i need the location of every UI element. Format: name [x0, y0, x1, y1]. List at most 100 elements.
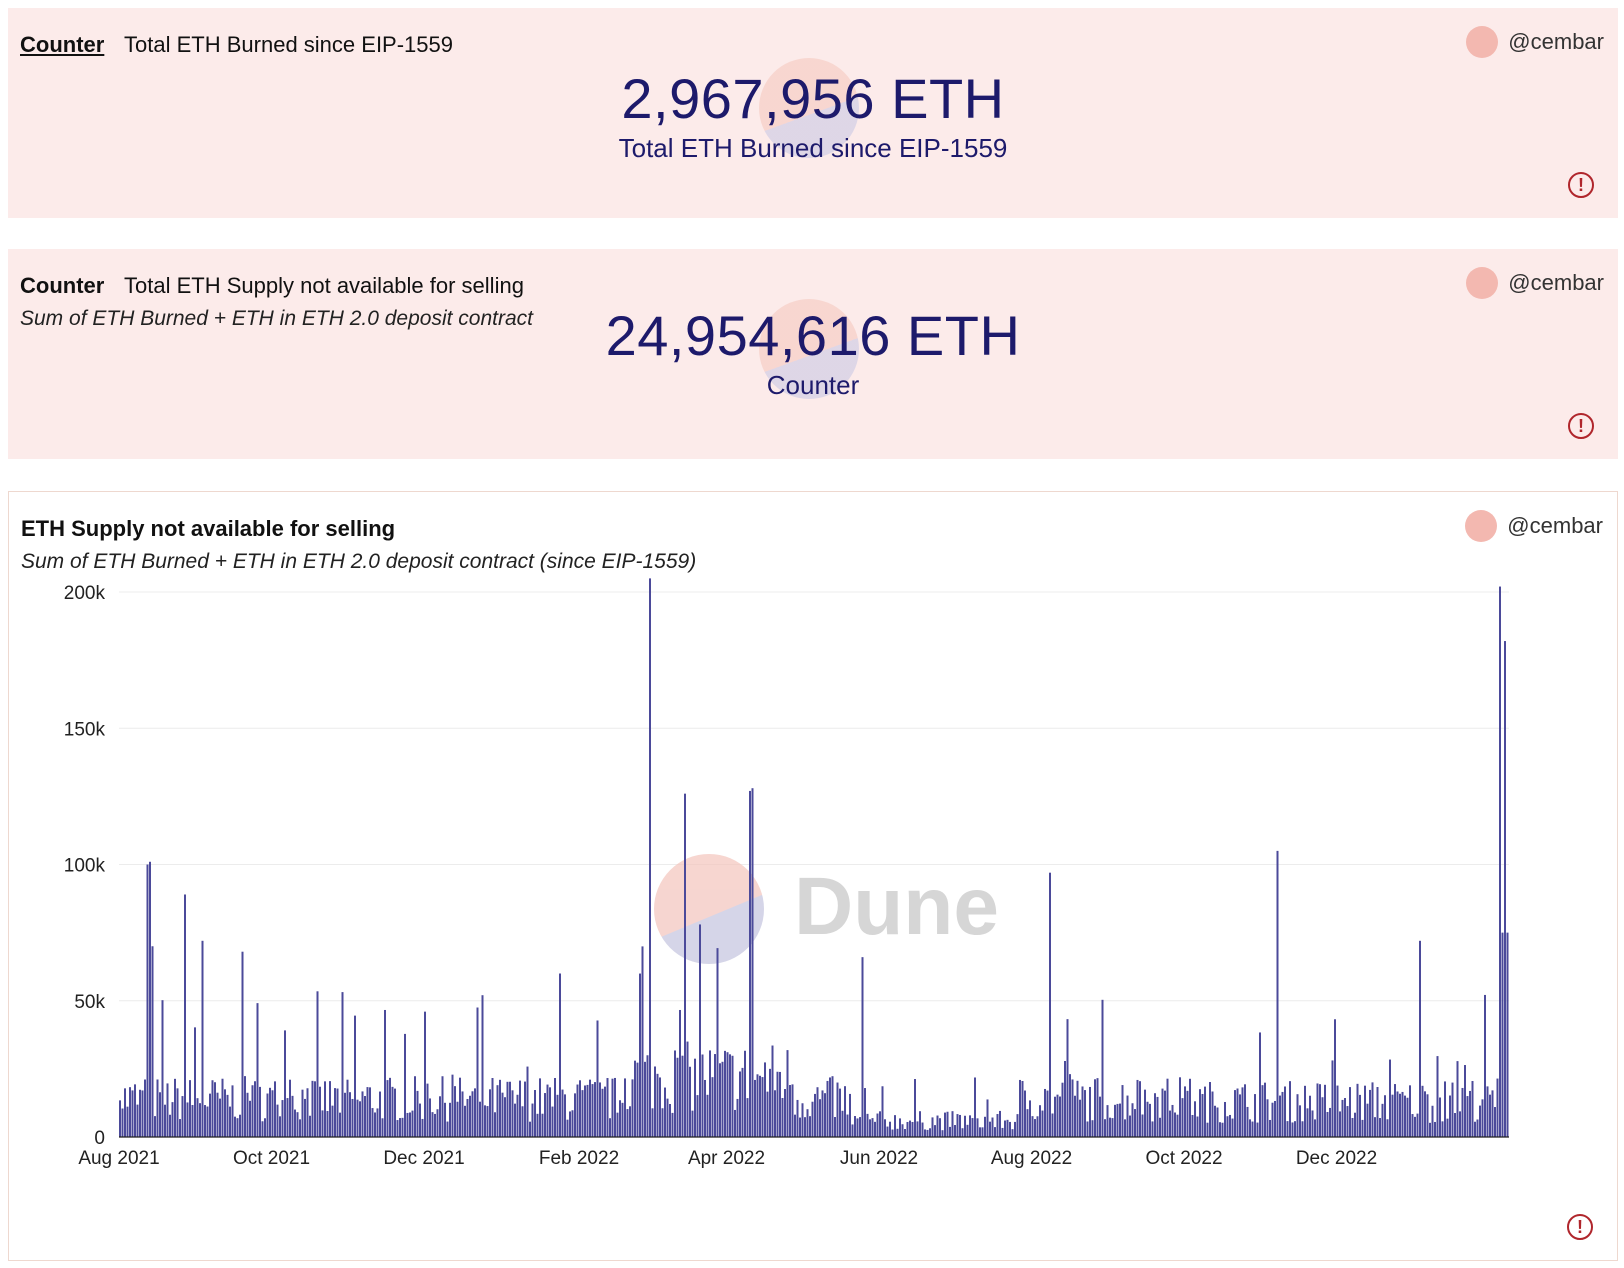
bar — [381, 1118, 384, 1137]
bar — [1051, 1113, 1054, 1137]
bar — [1079, 1099, 1081, 1137]
bar — [599, 1082, 601, 1137]
alert-icon[interactable]: ! — [1568, 172, 1594, 198]
bar — [454, 1086, 456, 1137]
bar — [1166, 1078, 1169, 1137]
bar — [1506, 932, 1509, 1138]
bar — [1151, 1121, 1154, 1137]
bar — [591, 1084, 594, 1137]
card-title-row: Counter Total ETH Burned since EIP-1559 — [20, 32, 453, 58]
bar — [464, 1105, 466, 1137]
dune-watermark-text: Dune — [794, 861, 999, 952]
bar — [1404, 1095, 1406, 1137]
bar — [759, 1075, 761, 1137]
bar — [1059, 1096, 1061, 1137]
author-name[interactable]: @cembar — [1508, 270, 1604, 296]
bar — [1439, 1097, 1441, 1137]
bar — [991, 1117, 994, 1137]
bar — [504, 1097, 506, 1137]
bar — [669, 1104, 671, 1137]
bar — [1114, 1104, 1116, 1137]
bar — [1331, 1060, 1334, 1137]
bar — [956, 1114, 959, 1137]
bar — [1206, 1122, 1209, 1137]
bar — [226, 1094, 229, 1137]
bar — [1094, 1079, 1096, 1137]
bar — [776, 1071, 779, 1137]
x-tick-label: Oct 2021 — [233, 1148, 310, 1169]
bar — [831, 1076, 834, 1137]
bar — [654, 1066, 656, 1137]
bar — [1219, 1122, 1221, 1137]
bar — [919, 1111, 921, 1137]
bar — [1406, 1097, 1409, 1137]
bar — [404, 1033, 406, 1137]
card-title: Total ETH Burned since EIP-1559 — [124, 32, 453, 57]
bar — [244, 1076, 246, 1137]
bar — [1366, 1103, 1369, 1137]
bar — [779, 1071, 781, 1137]
x-tick-label: Feb 2022 — [539, 1148, 619, 1169]
visualization-type-link[interactable]: Counter — [20, 32, 104, 57]
bar — [989, 1121, 991, 1137]
bar — [876, 1113, 879, 1137]
bar — [1001, 1127, 1004, 1137]
bar — [354, 1015, 356, 1137]
bar — [421, 1118, 424, 1137]
bar — [154, 1116, 156, 1137]
bar — [1006, 1119, 1009, 1137]
bar — [1176, 1114, 1179, 1137]
bar — [1091, 1120, 1094, 1137]
alert-icon[interactable]: ! — [1567, 1214, 1593, 1240]
bar — [169, 1114, 171, 1137]
bar — [531, 1103, 534, 1137]
alert-icon[interactable]: ! — [1568, 413, 1594, 439]
y-tick-label: 50k — [74, 992, 105, 1013]
author-name[interactable]: @cembar — [1508, 29, 1604, 55]
bar — [954, 1125, 956, 1137]
bar — [256, 1003, 259, 1137]
bar — [1354, 1112, 1356, 1137]
bar — [1129, 1115, 1131, 1137]
author-badge[interactable]: @cembar — [1466, 267, 1604, 299]
bar — [631, 1079, 634, 1137]
bar — [1209, 1082, 1211, 1137]
bar — [241, 951, 244, 1137]
bar — [1086, 1121, 1089, 1137]
bar — [209, 1093, 211, 1137]
bar — [1339, 1111, 1341, 1137]
bar — [891, 1129, 894, 1137]
bar — [386, 1080, 389, 1137]
bar — [196, 1098, 199, 1137]
bar — [1411, 1114, 1414, 1137]
bar — [1106, 1105, 1109, 1137]
bar — [624, 1078, 626, 1137]
bar — [711, 1077, 714, 1137]
bar — [461, 1091, 464, 1137]
bar — [676, 1057, 679, 1137]
bar — [826, 1080, 829, 1137]
bar — [431, 1112, 434, 1137]
author-badge[interactable]: @cembar — [1466, 26, 1604, 58]
bar — [166, 1083, 169, 1137]
bar — [1391, 1094, 1394, 1137]
bar — [206, 1106, 209, 1137]
bar — [1046, 1090, 1049, 1137]
bar — [1081, 1086, 1084, 1137]
bar — [149, 861, 151, 1137]
bar — [131, 1090, 134, 1137]
bar — [1011, 1129, 1014, 1137]
counter-value: 24,954,616 ETH — [605, 304, 1021, 367]
bar — [311, 1080, 314, 1137]
bar — [889, 1121, 891, 1137]
bar — [709, 1050, 711, 1137]
y-tick-label: 200k — [64, 583, 106, 604]
bar — [541, 1113, 544, 1137]
bar — [944, 1112, 946, 1137]
bar — [289, 1079, 291, 1137]
bar — [811, 1101, 814, 1137]
bar — [1064, 1060, 1066, 1137]
bar — [306, 1088, 309, 1137]
bar — [1464, 1065, 1466, 1137]
bar — [1234, 1090, 1236, 1137]
